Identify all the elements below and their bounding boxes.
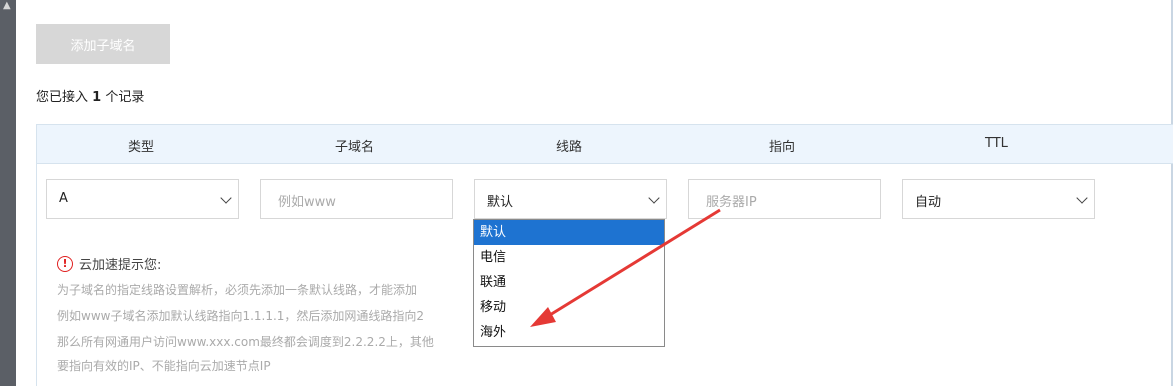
arrow-head-icon [530,307,556,327]
annotation-arrow [530,208,721,327]
arrow-shaft [544,208,721,320]
